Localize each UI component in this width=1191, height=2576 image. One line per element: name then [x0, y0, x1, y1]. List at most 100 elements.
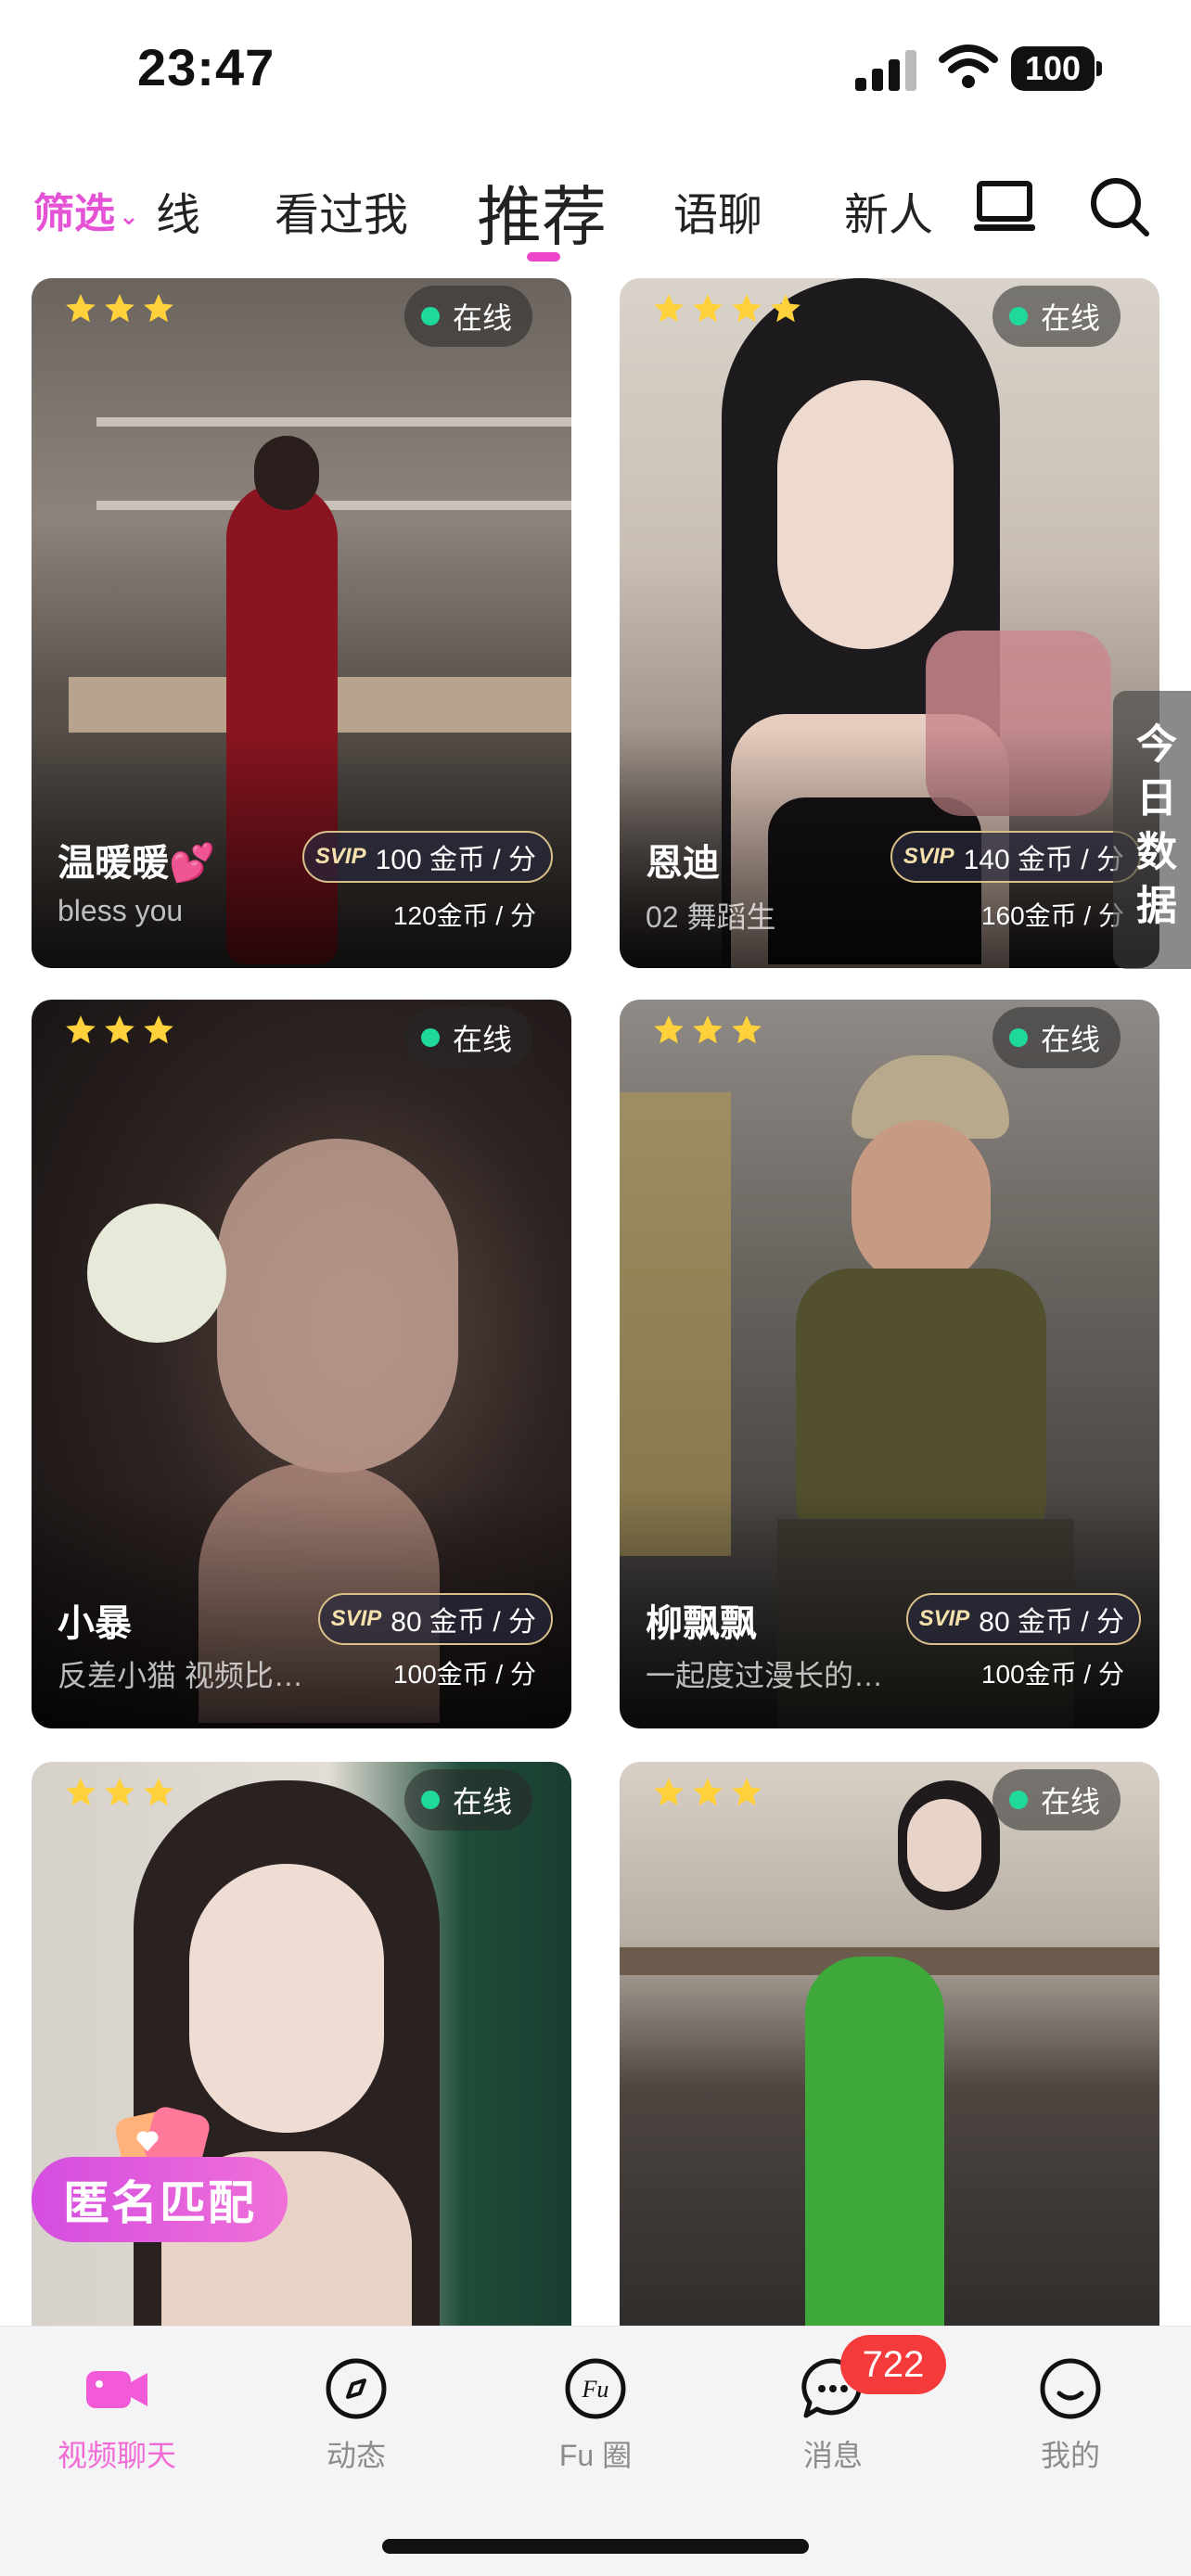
online-status-label: 在线	[452, 1023, 512, 1056]
filter-button[interactable]: 筛选 ⌄	[33, 180, 139, 239]
unread-messages-badge: 722	[840, 2335, 946, 2394]
star-icon	[66, 1778, 96, 1806]
rating-stars	[651, 291, 803, 326]
star-icon	[693, 1015, 723, 1044]
star-icon	[105, 1778, 134, 1806]
profile-price: 160金币 / 分	[980, 901, 1124, 930]
profile-photo	[620, 1762, 1159, 2355]
star-icon	[732, 1778, 762, 1806]
online-dot-icon	[1008, 1028, 1028, 1047]
profile-price: 120金币 / 分	[392, 901, 536, 930]
profile-card[interactable]: 在线	[32, 1762, 571, 2355]
tab-moments[interactable]: 动态	[263, 2354, 449, 2475]
profile-card[interactable]: 在线 小暴 SVIP 80 金币 / 分 反差小猫 视频比… 100金币 / 分	[32, 1000, 571, 1728]
svip-price-badge: SVIP 80 金币 / 分	[317, 1593, 553, 1645]
video-camera-icon	[86, 2371, 147, 2408]
tab-viewed-me[interactable]: 看过我	[275, 178, 408, 243]
top-nav: 筛选 ⌄ 线 看过我 推荐 语聊 新人	[0, 148, 1191, 269]
star-icon	[144, 1778, 173, 1806]
signal-icon	[855, 48, 920, 91]
svip-label: SVIP	[314, 844, 366, 869]
tab-recommend[interactable]: 推荐	[477, 165, 607, 259]
online-status-badge: 在线	[992, 1769, 1121, 1830]
star-icon	[654, 294, 684, 323]
online-dot-icon	[1008, 307, 1028, 325]
svip-label: SVIP	[903, 844, 954, 869]
online-status-label: 在线	[1040, 1023, 1100, 1056]
svip-price: 100 金币 / 分	[375, 845, 536, 875]
online-status-badge: 在线	[992, 286, 1121, 347]
chevron-down-icon: ⌄	[119, 201, 139, 230]
active-tab-indicator	[527, 252, 560, 261]
star-icon	[144, 294, 173, 323]
star-icon	[771, 294, 800, 323]
star-icon	[66, 1015, 96, 1044]
star-icon	[693, 1778, 723, 1806]
anonymous-match-button[interactable]: 匿名匹配	[32, 2157, 288, 2242]
online-dot-icon	[420, 1791, 440, 1809]
online-status-label: 在线	[1040, 1785, 1100, 1818]
online-status-badge: 在线	[992, 1007, 1121, 1068]
svip-label: SVIP	[330, 1606, 382, 1631]
rating-stars	[63, 1775, 176, 1810]
profile-subtitle: 一起度过漫长的…	[646, 1659, 884, 1692]
profile-card[interactable]: 在线 恩迪 SVIP 140 金币 / 分 02 舞蹈生 160金币 / 分	[620, 278, 1159, 968]
compass-icon	[326, 2358, 387, 2419]
online-status-label: 在线	[452, 301, 512, 335]
home-indicator[interactable]	[382, 2539, 809, 2554]
svip-label: SVIP	[918, 1606, 970, 1631]
tab-fu-circle[interactable]: Fu Fu 圈	[503, 2354, 688, 2475]
svip-price-badge: SVIP 100 金币 / 分	[301, 831, 553, 883]
status-time: 23:47	[137, 38, 275, 96]
tab-video-chat[interactable]: 视频聊天	[24, 2354, 210, 2475]
today-data-tab[interactable]: 今日数据	[1113, 691, 1191, 969]
tab-label: 消息	[802, 2439, 863, 2472]
star-icon	[105, 1015, 134, 1044]
online-dot-icon	[420, 1028, 440, 1047]
online-status-label: 在线	[1040, 301, 1100, 335]
profile-name: 柳飘飘	[646, 1603, 757, 1644]
profile-price: 100金币 / 分	[980, 1660, 1124, 1689]
star-icon	[732, 1015, 762, 1044]
tab-label: 动态	[326, 2439, 386, 2472]
star-icon	[732, 294, 762, 323]
rating-stars	[651, 1013, 764, 1048]
tab-label: Fu 圈	[558, 2439, 633, 2472]
battery-level: 100	[1011, 46, 1095, 91]
profile-price: 100金币 / 分	[392, 1660, 536, 1689]
online-dot-icon	[1008, 1791, 1028, 1809]
profile-name: 温暖暖💕	[58, 843, 215, 884]
battery-icon: 100	[1011, 46, 1102, 91]
tab-profile[interactable]: 我的	[978, 2354, 1163, 2475]
tab-label: 我的	[1040, 2439, 1100, 2472]
search-icon[interactable]	[1087, 174, 1152, 239]
tab-online[interactable]: 线	[156, 178, 200, 243]
rating-stars	[651, 1775, 764, 1810]
svip-price: 80 金币 / 分	[979, 1607, 1124, 1638]
online-status-badge: 在线	[403, 286, 532, 347]
smile-icon	[1040, 2358, 1101, 2419]
star-icon	[144, 1015, 173, 1044]
tab-voice-chat[interactable]: 语聊	[673, 178, 762, 243]
profile-name: 小暴	[58, 1603, 132, 1644]
rating-stars	[63, 291, 176, 326]
laptop-icon[interactable]	[972, 174, 1037, 239]
profile-photo	[32, 1762, 571, 2355]
profile-card[interactable]: 在线 柳飘飘 SVIP 80 金币 / 分 一起度过漫长的… 100金币 / 分	[620, 1000, 1159, 1728]
online-status-badge: 在线	[403, 1769, 532, 1830]
svip-price-badge: SVIP 80 金币 / 分	[905, 1593, 1141, 1645]
profile-card[interactable]: 在线 温暖暖💕 SVIP 100 金币 / 分 bless you 120金币 /…	[32, 278, 571, 968]
profile-card[interactable]: 在线	[620, 1762, 1159, 2355]
star-icon	[654, 1015, 684, 1044]
today-data-label: 今日数据	[1130, 722, 1175, 937]
profile-subtitle: 反差小猫 视频比…	[58, 1659, 303, 1692]
wifi-icon	[939, 45, 998, 88]
star-icon	[693, 294, 723, 323]
svip-price-badge: SVIP 140 金币 / 分	[890, 831, 1141, 883]
profile-subtitle: 02 舞蹈生	[646, 900, 776, 934]
rating-stars	[63, 1013, 176, 1048]
svip-price: 80 金币 / 分	[391, 1607, 536, 1638]
tab-newcomers[interactable]: 新人	[844, 178, 933, 243]
online-status-badge: 在线	[403, 1007, 532, 1068]
svip-price: 140 金币 / 分	[963, 845, 1124, 875]
